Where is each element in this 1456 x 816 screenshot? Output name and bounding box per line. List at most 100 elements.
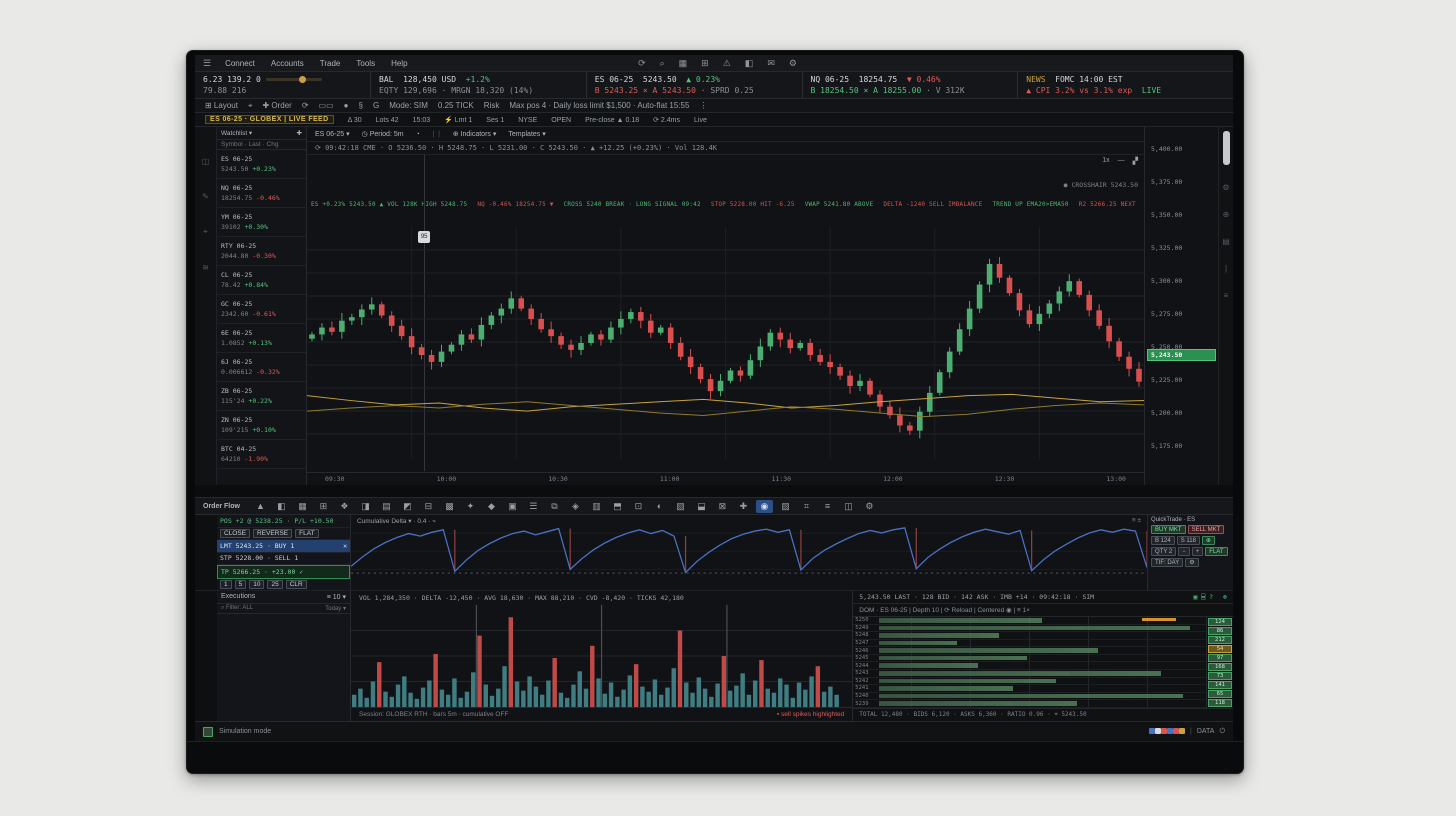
orderflow-tool-icon[interactable]: ▤ [378,500,395,513]
orderflow-tool-icon[interactable]: ▧ [672,500,689,513]
quote-panel-summary[interactable]: 6.23 139.2 0 79.88 216 [195,72,371,98]
depth-histogram[interactable]: 5250524952485247524652455244524352425241… [853,617,1207,708]
depth-row[interactable]: 5245 [853,655,1206,663]
reverse-position-button[interactable]: REVERSE [253,529,292,538]
menu-item-connect[interactable]: Connect [221,58,259,69]
stop-order-row[interactable]: STP 5228.00 · SELL 1 [217,553,350,566]
menu-item-trade[interactable]: Trade [316,58,345,69]
rail-tool-icon[interactable]: ▤ [1222,237,1230,246]
volume-chart[interactable] [351,605,852,707]
menu-item-tools[interactable]: Tools [352,58,379,69]
menu-item-accounts[interactable]: Accounts [267,58,308,69]
watchlist-row[interactable]: RTY 06-252044.80 -0.30% [217,237,306,266]
menubar-icon[interactable]: ⚙ [787,58,799,68]
templates-button[interactable]: Templates ▾ [508,130,545,138]
menubar-icon[interactable]: ⊞ [699,58,711,68]
orderflow-tool-icon[interactable]: ◆ [483,500,500,513]
ladder-cell[interactable]: 124 [1208,618,1232,626]
dom-settings-row[interactable]: DOM · ES 06-25 | Depth 10 | ⟳ Reload | C… [853,604,1233,617]
chart-symbol-selector[interactable]: ES 06-25 ▾ [315,130,350,138]
watchlist-row[interactable]: 6J 06-250.006612 -0.32% [217,353,306,382]
ladder-cell[interactable]: 86 [1208,627,1232,635]
dom-tool-icons[interactable]: ▣ ⌸ ? [1194,593,1214,601]
orderflow-tool-icon[interactable]: ⬓ [693,500,710,513]
hamburger-icon[interactable]: ☰ [201,58,213,69]
ladder-cell[interactable]: 54 [1208,645,1232,653]
orderflow-tool-icon[interactable]: ◈ [567,500,584,513]
toolbar-item[interactable]: § [359,101,363,110]
quicktrade-settings-icon[interactable]: ⚙ [1185,558,1198,567]
orderflow-tool-icon[interactable]: ❖ [336,500,353,513]
add-order-button[interactable]: ⊕ [1202,536,1215,545]
toolbar-item[interactable]: ✚ Order [262,101,291,110]
ladder-cell[interactable]: 168 [1208,663,1232,671]
orderflow-tool-icon[interactable]: ✚ [735,500,752,513]
chart-scale-button[interactable]: 1x [1102,157,1109,165]
quote-panel-nq[interactable]: NQ 06-25 18254.75 ▼ 0.46% B 18254.50 × A… [803,72,1019,98]
qty-preset-button[interactable]: 5 [235,580,247,589]
orderflow-tool-icon[interactable]: ⚙ [861,500,878,513]
orderflow-tool-icon[interactable]: ⊞ [315,500,332,513]
orderflow-tool-icon[interactable]: ⊟ [420,500,437,513]
depth-row[interactable]: 5246 [853,647,1206,655]
depth-row[interactable]: 5240 [853,693,1206,701]
dom-add-icon[interactable]: ⊕ [1223,593,1227,601]
candlestick-chart[interactable]: 1x—▞ ● CROSSHAIR 5243.50 ES +0.23% 5243.… [307,155,1144,485]
toolbar-item[interactable]: Risk [484,101,500,110]
qty-preset-button[interactable]: 10 [249,580,264,589]
depth-row[interactable]: 5249 [853,625,1206,633]
watchlist-title[interactable]: Watchlist ▾ [221,129,252,137]
watchlist-row[interactable]: ZB 06-25115'24 +0.22% [217,382,306,411]
orderflow-tool-icon[interactable]: ⧉ [546,500,563,513]
menubar-icon[interactable]: ⟳ [636,58,648,68]
orderflow-tool-icon[interactable]: ◫ [840,500,857,513]
flat-all-button[interactable]: FLAT [1205,547,1227,556]
watchlist-row[interactable]: CL 06-2578.42 +0.84% [217,266,306,295]
qty-preset-button[interactable]: 1 [220,580,232,589]
rail-tool-icon[interactable]: ≋ [202,263,209,272]
qty-preset-button[interactable]: 25 [267,580,282,589]
open-position-row[interactable]: POS +2 @ 5238.25 · P/L +10.50 [217,515,350,528]
depth-row[interactable]: 5239 [853,700,1206,708]
depth-row[interactable]: 5242 [853,678,1206,686]
orderflow-tool-icon[interactable]: ◉ [756,500,773,513]
watchlist-add-button[interactable]: ✚ [297,129,302,137]
rail-tool-icon[interactable]: ≡ [1224,291,1229,300]
chart-scale-button[interactable]: ▞ [1133,157,1138,165]
orderflow-tool-icon[interactable]: ▥ [588,500,605,513]
orderflow-tool-icon[interactable]: ⊡ [630,500,647,513]
rail-tool-icon[interactable]: ⌖ [203,227,208,237]
scrollbar-thumb[interactable] [1223,131,1230,165]
watchlist-row[interactable]: ES 06-255243.50 +0.23% [217,150,306,179]
quote-panel-news[interactable]: NEWS FOMC 14:00 EST ▲ CPI 3.2% vs 3.1% e… [1018,72,1233,98]
selected-limit-order-row[interactable]: LMT 5243.25 · BUY 1✕ [217,540,350,553]
rail-tool-icon[interactable]: ⊕ [1223,210,1230,219]
orderflow-tool-icon[interactable]: ◐ [651,500,668,513]
active-symbol-chip[interactable]: ES 06-25 · GLOBEX | LIVE FEED [205,115,334,124]
indicators-button[interactable]: ⊕ Indicators ▾ [453,130,497,138]
ladder-cell[interactable]: 118 [1208,699,1232,707]
toolbar-item[interactable]: ⋮ [699,101,707,110]
toolbar-item[interactable]: ⊞ Layout [205,101,238,110]
chart-period-selector[interactable]: ◷ Period: 5m [362,130,404,138]
menubar-icon[interactable]: ✉ [765,58,777,68]
quantity-field[interactable]: QTY 2 [1151,547,1176,556]
orderflow-tool-icon[interactable]: ▣ [504,500,521,513]
depth-row[interactable]: 5241 [853,685,1206,693]
toolbar-item[interactable]: Mode: SIM [389,101,428,110]
flat-button[interactable]: FLAT [295,529,318,538]
orderflow-tool-icon[interactable]: ▨ [777,500,794,513]
toolbar-item[interactable]: ⟳ [302,101,309,110]
watchlist-row[interactable]: 6E 06-251.0852 +0.13% [217,324,306,353]
quote-panel-es[interactable]: ES 06-25 5243.50 ▲ 0.23% B 5243.25 × A 5… [587,72,803,98]
toolbar-item[interactable]: ▭▭ [319,101,334,110]
buy-market-button[interactable]: BUY MKT [1151,525,1186,534]
depth-row[interactable]: 5248 [853,632,1206,640]
executions-range-selector[interactable]: Today ▾ [325,605,346,612]
rail-tool-icon[interactable]: | [1225,264,1227,273]
depth-row[interactable]: 5247 [853,640,1206,648]
orderflow-tool-icon[interactable]: ▩ [441,500,458,513]
watchlist-row[interactable]: ZN 06-25109'215 +0.10% [217,411,306,440]
watchlist-row[interactable]: BTC 04-2564210 -1.90% [217,440,306,469]
toolbar-item[interactable]: G [373,101,379,110]
